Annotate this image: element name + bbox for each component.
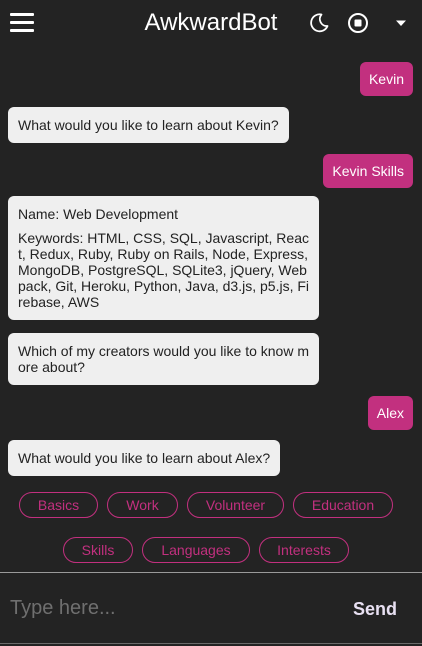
stop-circle-icon[interactable] [347, 12, 369, 34]
message-list: Kevin What would you like to learn about… [0, 48, 422, 572]
bot-message: Name: Web Development Keywords: HTML, CS… [8, 196, 319, 320]
moon-icon[interactable] [308, 12, 330, 34]
bot-message: What would you like to learn about Kevin… [8, 107, 289, 143]
user-message: Kevin [359, 62, 413, 96]
user-message: Alex [367, 396, 413, 430]
bottom-border [0, 643, 422, 644]
bot-message: What would you like to learn about Alex? [8, 440, 281, 476]
quick-reply-basics[interactable]: Basics [19, 492, 98, 518]
skill-keywords: Keywords: HTML, CSS, SQL, Javascript, Re… [18, 230, 310, 310]
user-message: Kevin Skills [323, 154, 413, 188]
quick-reply-languages[interactable]: Languages [142, 537, 250, 563]
chat-app: AwkwardBot Kevin What would you like to … [0, 0, 422, 646]
bot-message: Which of my creators would you like to k… [8, 333, 319, 385]
quick-reply-volunteer[interactable]: Volunteer [187, 492, 284, 518]
app-header: AwkwardBot [0, 0, 422, 48]
quick-reply-skills[interactable]: Skills [63, 537, 133, 563]
send-button[interactable]: Send [340, 596, 410, 622]
composer-divider [0, 572, 422, 573]
quick-reply-work[interactable]: Work [107, 492, 178, 518]
quick-reply-interests[interactable]: Interests [259, 537, 349, 563]
hamburger-menu-icon[interactable] [10, 12, 34, 34]
caret-down-icon[interactable] [394, 16, 408, 30]
quick-reply-education[interactable]: Education [293, 492, 393, 518]
skill-name: Name: Web Development [18, 206, 179, 222]
message-input[interactable] [10, 590, 330, 626]
